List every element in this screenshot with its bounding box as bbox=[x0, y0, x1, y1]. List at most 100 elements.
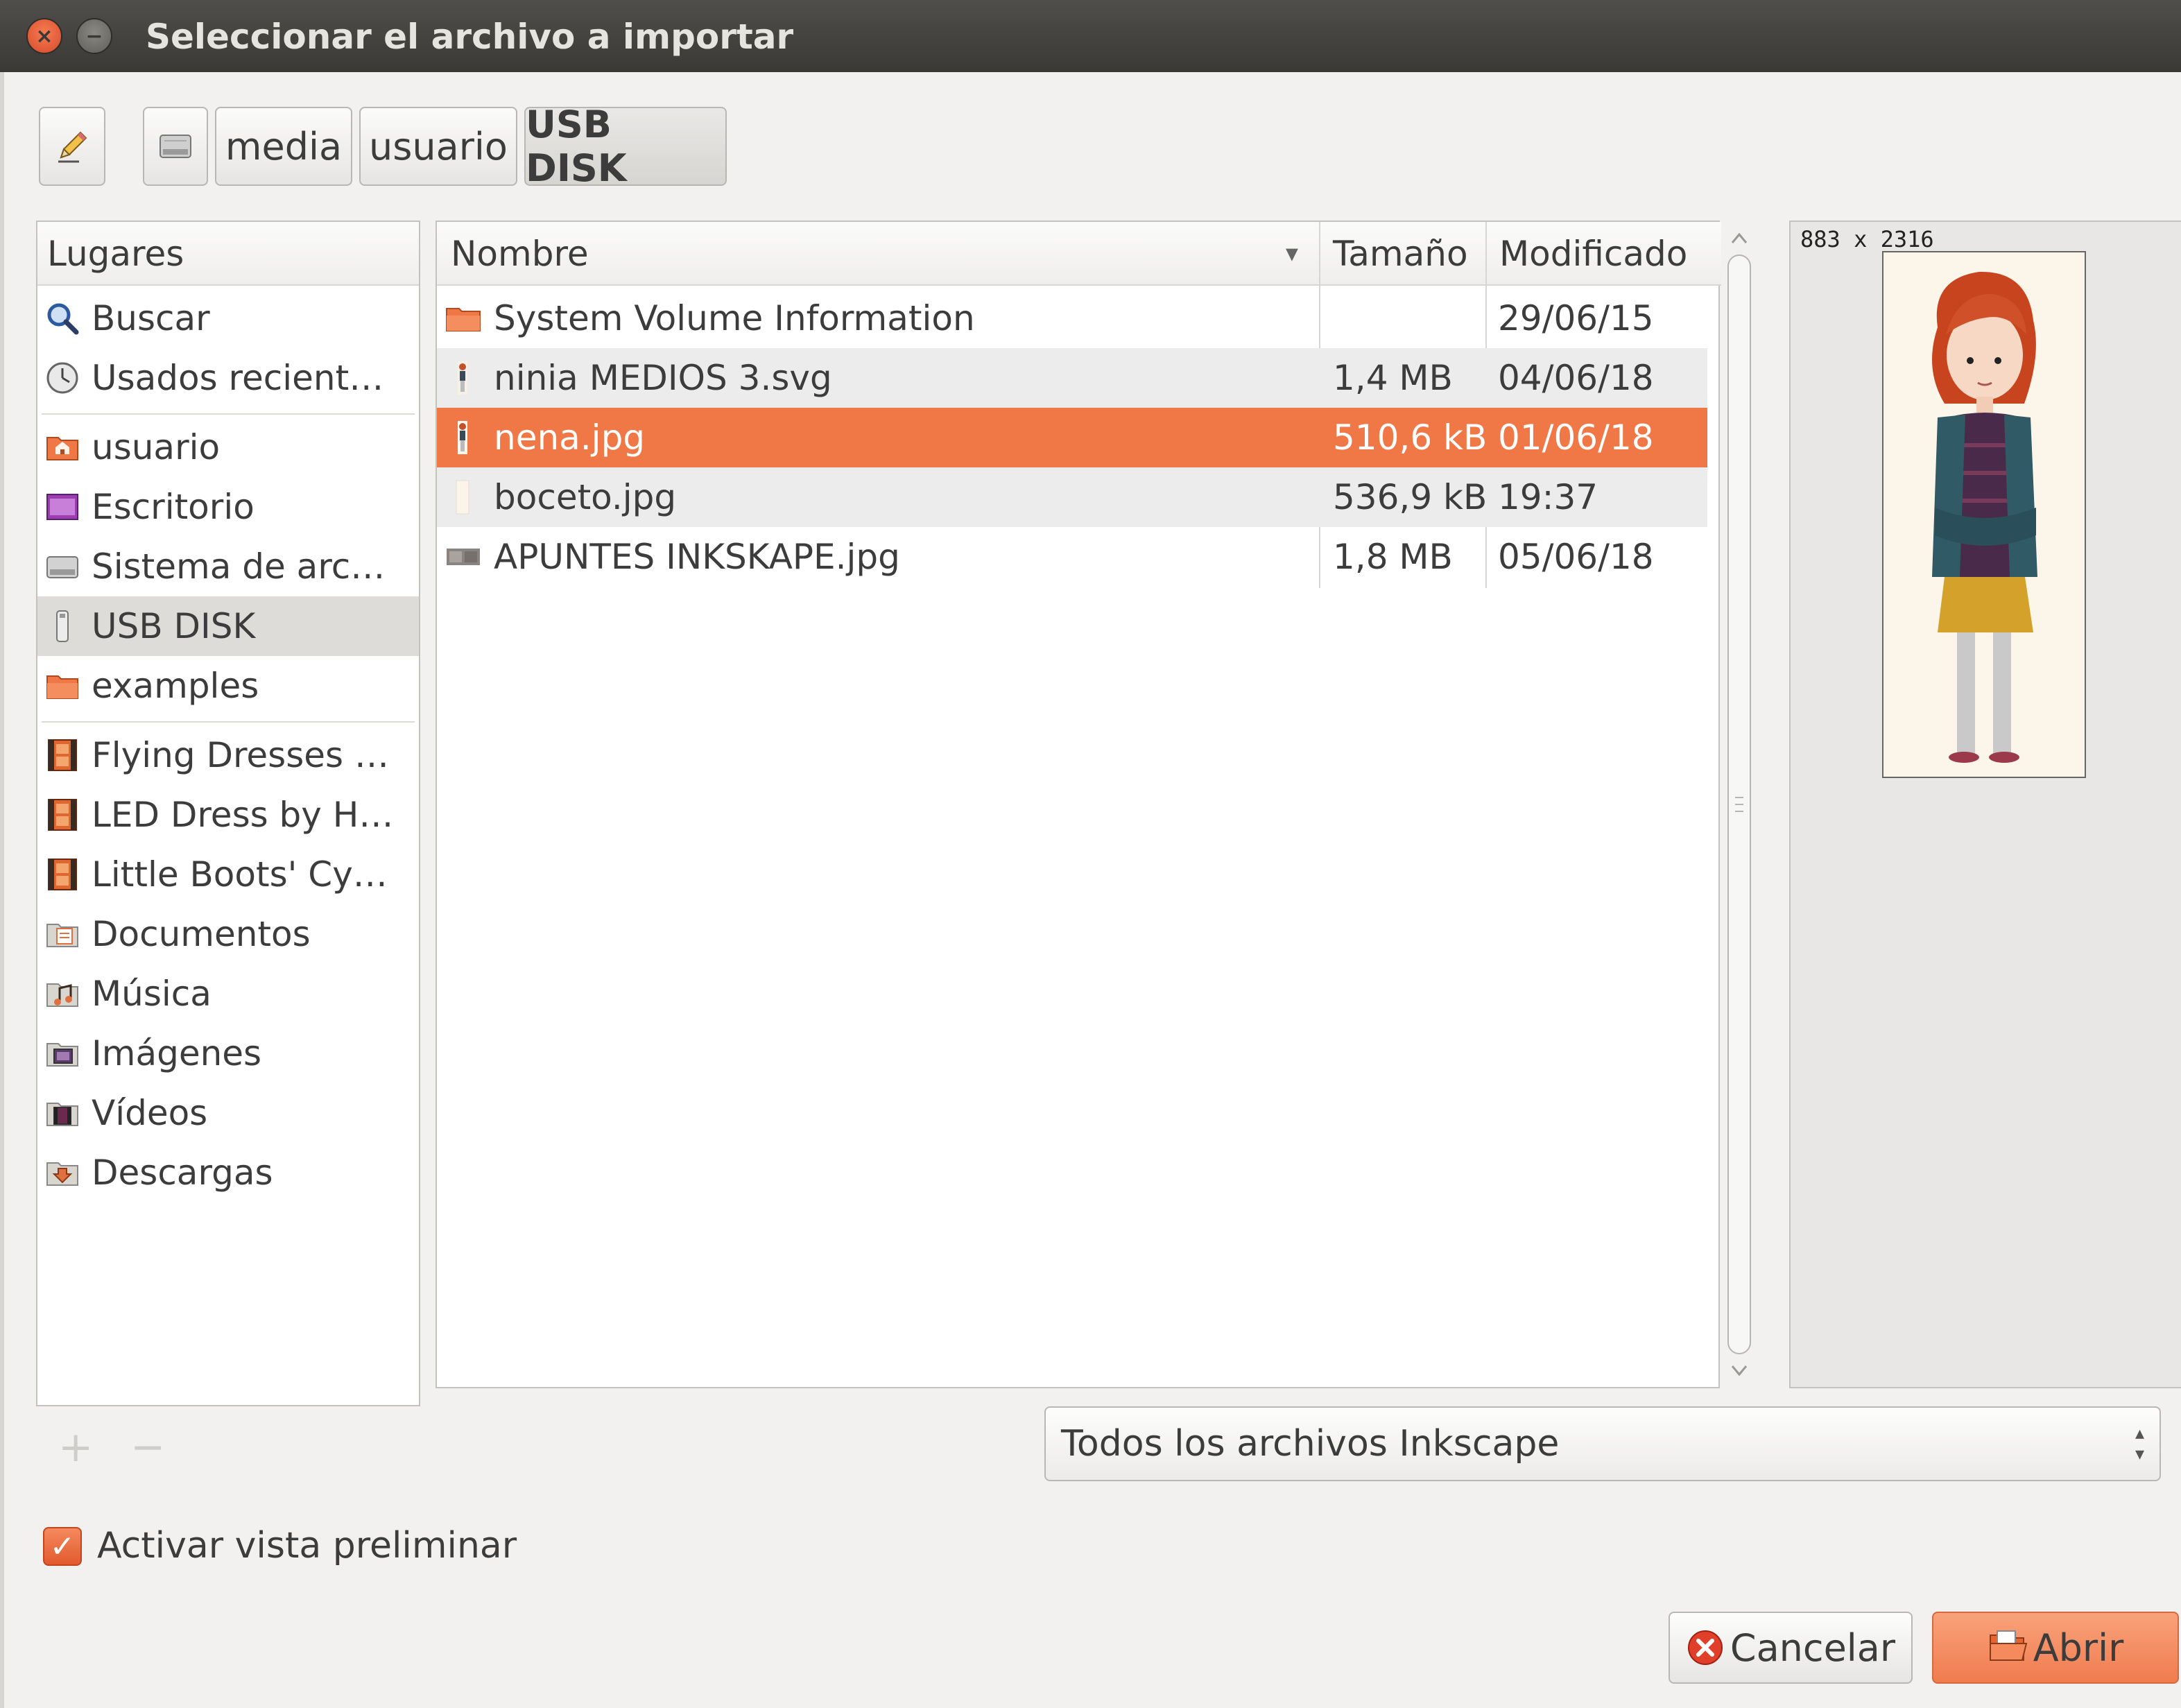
file-modified: 29/06/15 bbox=[1498, 298, 1654, 338]
file-size: 510,6 kB bbox=[1333, 417, 1488, 458]
file-name: APUNTES INKSKAPE.jpg bbox=[494, 537, 900, 577]
places-separator bbox=[42, 721, 415, 723]
file-modified: 05/06/18 bbox=[1498, 537, 1654, 577]
open-label: Abrir bbox=[2033, 1625, 2124, 1670]
file-row-system-volume-information[interactable]: System Volume Information 29/06/15 bbox=[437, 288, 1707, 348]
column-header-modified[interactable]: Modificado bbox=[1485, 222, 1721, 286]
documents-folder-icon bbox=[44, 916, 80, 952]
file-row-ninia-medios[interactable]: ninia MEDIOS 3.svg 1,4 MB 04/06/18 bbox=[437, 348, 1707, 408]
cancel-button[interactable]: Cancelar bbox=[1669, 1612, 1913, 1684]
place-label: Vídeos bbox=[92, 1093, 208, 1133]
file-name: nena.jpg bbox=[494, 417, 646, 458]
sort-descending-icon: ▾ bbox=[1285, 239, 1298, 268]
pictures-folder-icon bbox=[44, 1035, 80, 1071]
desktop-icon bbox=[44, 489, 80, 525]
place-item-recent[interactable]: Usados recient… bbox=[37, 348, 419, 408]
image-thumbnail-icon bbox=[456, 480, 469, 515]
pencil-icon bbox=[58, 131, 87, 163]
file-modified: 19:37 bbox=[1498, 477, 1598, 517]
file-list-scrollbar[interactable] bbox=[1723, 222, 1756, 1387]
file-row-nena[interactable]: nena.jpg 510,6 kB 01/06/18 bbox=[437, 408, 1707, 467]
place-item-videos[interactable]: Vídeos bbox=[37, 1083, 419, 1143]
preview-thumbnail bbox=[1882, 251, 2086, 778]
window-title: Seleccionar el archivo a importar bbox=[146, 17, 794, 57]
file-row-boceto[interactable]: boceto.jpg 536,9 kB 19:37 bbox=[437, 467, 1707, 527]
image-preview-pane: 883 x 2316 bbox=[1789, 221, 2181, 1388]
folder-icon bbox=[446, 308, 481, 331]
search-icon bbox=[44, 300, 80, 336]
window-left-border bbox=[0, 72, 4, 1708]
place-item-little-boots[interactable]: Little Boots' Cy… bbox=[37, 845, 419, 904]
place-label: Música bbox=[92, 974, 212, 1014]
file-name: ninia MEDIOS 3.svg bbox=[494, 358, 832, 398]
places-separator bbox=[42, 413, 415, 415]
place-label: Usados recient… bbox=[92, 358, 384, 398]
column-header-size[interactable]: Tamaño bbox=[1319, 222, 1485, 286]
file-modified: 04/06/18 bbox=[1498, 358, 1654, 398]
place-label: Flying Dresses … bbox=[92, 735, 389, 775]
place-label: Little Boots' Cy… bbox=[92, 854, 388, 895]
place-label: Descargas bbox=[92, 1153, 273, 1193]
place-label: Sistema de arc… bbox=[92, 546, 386, 587]
file-name: boceto.jpg bbox=[494, 477, 677, 517]
home-folder-icon bbox=[44, 429, 80, 465]
file-size: 536,9 kB bbox=[1333, 477, 1488, 517]
edit-location-button[interactable] bbox=[39, 107, 105, 186]
file-list: Nombre ▾ Tamaño Modificado System Volume… bbox=[436, 221, 1721, 1388]
place-label: Imágenes bbox=[92, 1033, 262, 1073]
video-file-icon bbox=[44, 797, 80, 833]
image-thumbnail-icon bbox=[458, 361, 467, 395]
hard-drive-icon bbox=[160, 135, 191, 158]
place-item-imagenes[interactable]: Imágenes bbox=[37, 1024, 419, 1083]
place-label: LED Dress by H… bbox=[92, 795, 394, 835]
file-size: 1,8 MB bbox=[1333, 537, 1453, 577]
open-folder-icon bbox=[1989, 1630, 2027, 1661]
place-item-usuario[interactable]: usuario bbox=[37, 417, 419, 477]
open-button[interactable]: Abrir bbox=[1932, 1612, 2179, 1684]
place-item-musica[interactable]: Música bbox=[37, 964, 419, 1024]
column-header-name[interactable]: Nombre ▾ bbox=[437, 222, 1319, 286]
file-type-filter-value: Todos los archivos Inkscape bbox=[1061, 1423, 1560, 1465]
file-row-apuntes-inkskape[interactable]: APUNTES INKSKAPE.jpg 1,8 MB 05/06/18 bbox=[437, 527, 1707, 587]
place-item-examples[interactable]: examples bbox=[37, 656, 419, 716]
filesystem-drive-icon bbox=[44, 549, 80, 585]
path-root-drive-button[interactable] bbox=[143, 107, 208, 186]
cancel-icon bbox=[1687, 1630, 1723, 1665]
downloads-folder-icon bbox=[44, 1155, 80, 1191]
place-item-documentos[interactable]: Documentos bbox=[37, 904, 419, 964]
recent-clock-icon bbox=[44, 360, 80, 396]
path-segment-usuario[interactable]: usuario bbox=[359, 107, 517, 186]
close-icon: × bbox=[35, 24, 53, 49]
place-label: Buscar bbox=[92, 298, 210, 338]
places-sidebar: Lugares Buscar Usados recient… usuario E… bbox=[36, 221, 420, 1406]
preview-dimensions: 883 x 2316 bbox=[1800, 226, 1934, 252]
place-item-usb-disk[interactable]: USB DISK bbox=[37, 596, 419, 656]
updown-arrows-icon: ▴ ▾ bbox=[2135, 1423, 2144, 1465]
preview-checkbox-label[interactable]: Activar vista preliminar bbox=[97, 1523, 517, 1569]
close-window-button[interactable]: × bbox=[26, 18, 62, 54]
places-header: Lugares bbox=[37, 222, 419, 286]
checkmark-icon: ✓ bbox=[49, 1528, 76, 1564]
place-label: examples bbox=[92, 666, 259, 706]
place-label: USB DISK bbox=[92, 606, 256, 646]
file-name: System Volume Information bbox=[494, 298, 975, 338]
path-segment-usb-disk[interactable]: USB DISK bbox=[524, 103, 727, 190]
place-item-led-dress[interactable]: LED Dress by H… bbox=[37, 785, 419, 845]
minimize-window-button[interactable]: − bbox=[76, 18, 112, 54]
video-file-icon bbox=[44, 737, 80, 773]
file-modified: 01/06/18 bbox=[1498, 417, 1654, 458]
place-item-descargas[interactable]: Descargas bbox=[37, 1143, 419, 1202]
place-item-flying-dresses[interactable]: Flying Dresses … bbox=[37, 725, 419, 785]
place-item-filesystem[interactable]: Sistema de arc… bbox=[37, 537, 419, 596]
add-bookmark-button[interactable]: + bbox=[58, 1423, 93, 1472]
remove-bookmark-button[interactable]: − bbox=[130, 1423, 165, 1472]
file-type-filter-select[interactable]: Todos los archivos Inkscape ▴ ▾ bbox=[1044, 1406, 2161, 1481]
place-label: Escritorio bbox=[92, 487, 255, 527]
place-item-escritorio[interactable]: Escritorio bbox=[37, 477, 419, 537]
window-titlebar: × − Seleccionar el archivo a importar bbox=[0, 0, 2181, 72]
video-file-icon bbox=[44, 856, 80, 892]
place-item-buscar[interactable]: Buscar bbox=[37, 288, 419, 348]
path-segment-media[interactable]: media bbox=[215, 107, 352, 186]
music-folder-icon bbox=[44, 976, 80, 1012]
preview-checkbox[interactable]: ✓ bbox=[43, 1527, 82, 1566]
